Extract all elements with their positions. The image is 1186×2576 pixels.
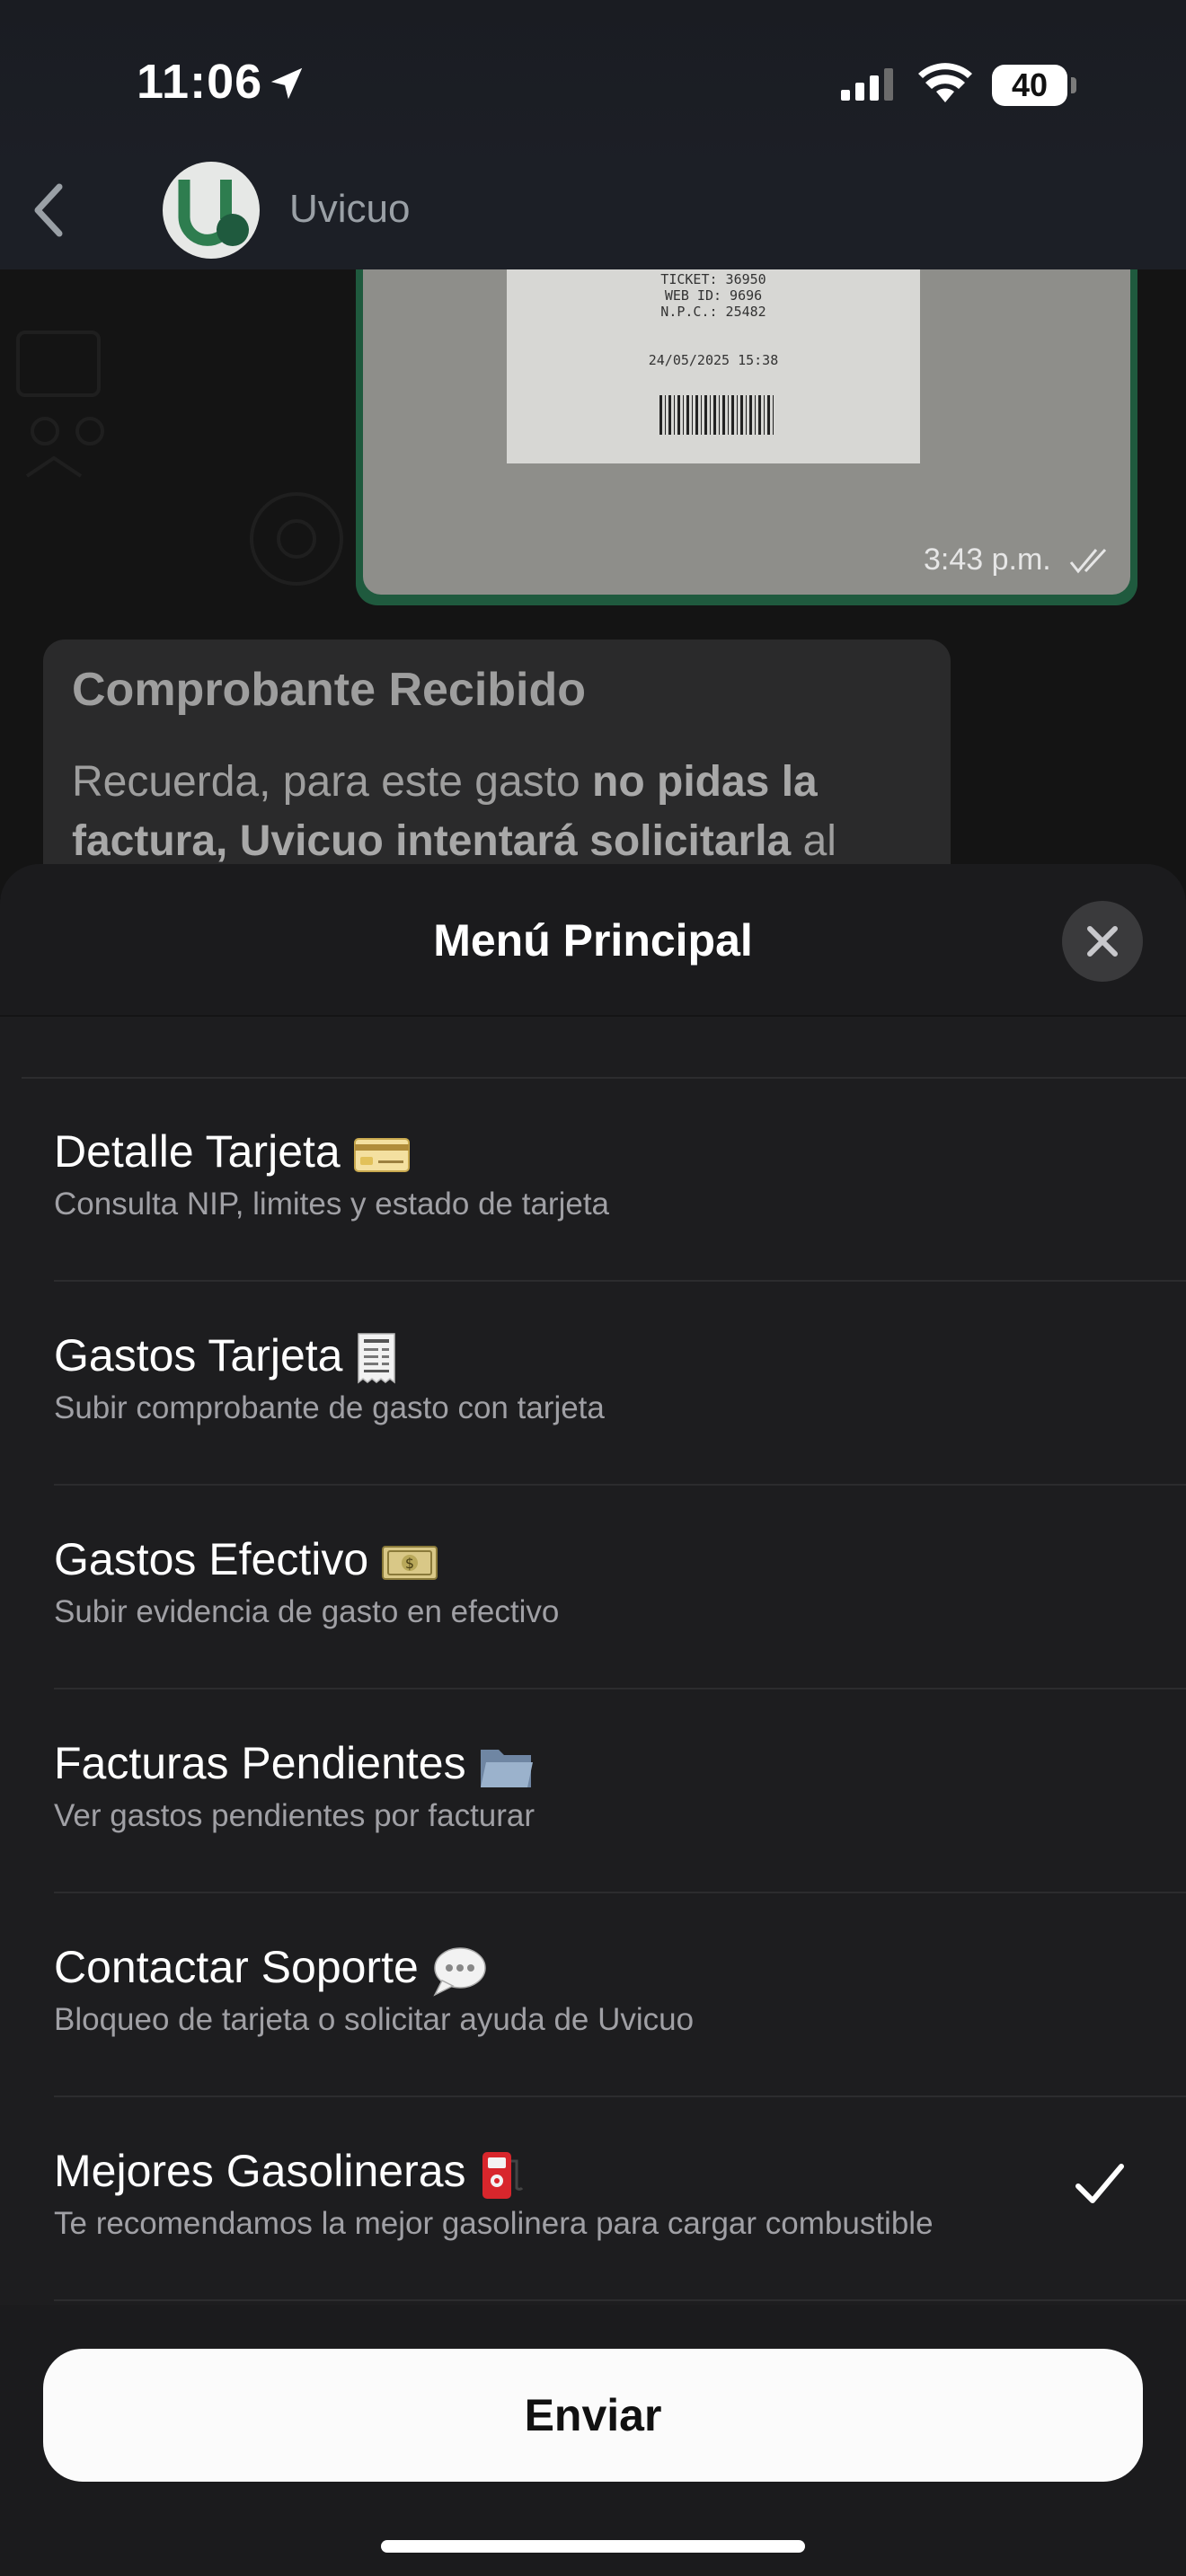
option-title-text: Facturas Pendientes bbox=[54, 1738, 466, 1788]
status-time: 11:06 bbox=[137, 55, 263, 109]
location-arrow-icon bbox=[270, 67, 303, 100]
money-icon: $ bbox=[382, 1545, 438, 1580]
menu-option-detalle-tarjeta[interactable]: Detalle Tarjeta Consulta NIP, limites y … bbox=[0, 1079, 1186, 1282]
receipt-line: N.P.C.: 25482 bbox=[660, 304, 766, 320]
message-text: Recuerda, para este gasto bbox=[72, 758, 593, 806]
menu-option-gastos-efectivo[interactable]: Gastos Efectivo $ Subir evidencia de gast… bbox=[0, 1486, 1186, 1689]
message-title: Comprobante Recibido bbox=[72, 664, 587, 716]
folder-icon bbox=[480, 1749, 533, 1787]
option-subtitle: Consulta NIP, limites y estado de tarjet… bbox=[54, 1187, 610, 1222]
divider bbox=[54, 1892, 1186, 1893]
message-text-end: al bbox=[791, 817, 836, 865]
receipt-line: WEB ID: 9696 bbox=[664, 287, 763, 304]
divider bbox=[54, 2299, 1186, 2301]
battery-cap bbox=[1071, 77, 1076, 93]
back-chevron-icon[interactable] bbox=[31, 181, 66, 239]
selected-checkmark-icon bbox=[1075, 2164, 1124, 2203]
receipt-line: 24/05/2025 15:38 bbox=[648, 352, 779, 368]
barcode bbox=[659, 395, 776, 435]
menu-option-facturas-pendientes[interactable]: Facturas Pendientes Ver gastos pendiente… bbox=[0, 1690, 1186, 1893]
fuel-pump-icon bbox=[482, 2151, 523, 2199]
avatar[interactable] bbox=[163, 162, 260, 259]
send-button[interactable]: Enviar bbox=[43, 2349, 1143, 2482]
option-title-text: Gastos Efectivo bbox=[54, 1534, 369, 1584]
divider bbox=[54, 1688, 1186, 1689]
speech-bubble-icon bbox=[433, 1947, 486, 1997]
home-indicator[interactable] bbox=[381, 2540, 805, 2553]
option-title-text: Contactar Soporte bbox=[54, 1942, 419, 1992]
close-icon bbox=[1087, 926, 1118, 957]
menu-option-gastos-tarjeta[interactable]: Gastos Tarjeta Subir comprobante de gast… bbox=[0, 1283, 1186, 1486]
option-title-text: Detalle Tarjeta bbox=[54, 1126, 341, 1177]
doodle-pattern-2 bbox=[250, 492, 343, 586]
doodle-pattern bbox=[16, 331, 104, 478]
message-timestamp: 3:43 p.m. bbox=[924, 543, 1051, 577]
option-title: Gastos Efectivo $ bbox=[54, 1533, 438, 1585]
option-title: Gastos Tarjeta bbox=[54, 1329, 398, 1386]
option-subtitle: Bloqueo de tarjeta o solicitar ayuda de … bbox=[54, 2002, 695, 2037]
menu-option-contactar-soporte[interactable]: Contactar Soporte Bloqueo de tarjeta o s… bbox=[0, 1894, 1186, 2097]
option-subtitle: Te recomendamos la mejor gasolinera para… bbox=[54, 2206, 934, 2241]
divider bbox=[54, 1484, 1186, 1486]
option-title: Detalle Tarjeta bbox=[54, 1125, 411, 1178]
receipt-line: TICKET: 36950 bbox=[660, 271, 766, 287]
battery-indicator: 40 bbox=[992, 65, 1067, 106]
read-checkmarks-icon bbox=[1069, 548, 1107, 574]
svg-text:$: $ bbox=[405, 1555, 414, 1572]
option-title-text: Mejores Gasolineras bbox=[54, 2146, 466, 2196]
receipt-paper: TICKET: 36950 WEB ID: 9696 N.P.C.: 25482… bbox=[507, 269, 920, 463]
option-title: Mejores Gasolineras bbox=[54, 2145, 524, 2202]
message-body: Recuerda, para este gasto no pidas la fa… bbox=[72, 753, 934, 871]
option-subtitle: Ver gastos pendientes por facturar bbox=[54, 1798, 535, 1833]
close-button[interactable] bbox=[1062, 901, 1143, 982]
option-title: Contactar Soporte bbox=[54, 1941, 487, 1997]
uvicuo-logo-icon bbox=[178, 180, 249, 246]
menu-option-mejores-gasolineras[interactable]: Mejores Gasolineras Te recomendamos la m… bbox=[0, 2098, 1186, 2301]
cellular-signal-icon bbox=[841, 68, 893, 101]
receipt-icon bbox=[358, 1333, 396, 1384]
divider bbox=[54, 1280, 1186, 1282]
option-title-text: Gastos Tarjeta bbox=[54, 1330, 343, 1381]
option-title: Facturas Pendientes bbox=[54, 1737, 535, 1791]
option-subtitle: Subir evidencia de gasto en efectivo bbox=[54, 1594, 560, 1629]
credit-card-icon bbox=[353, 1137, 410, 1172]
divider bbox=[54, 2095, 1186, 2097]
chat-contact-name[interactable]: Uvicuo bbox=[289, 187, 411, 232]
option-subtitle: Subir comprobante de gasto con tarjeta bbox=[54, 1390, 605, 1425]
sheet-title: Menú Principal bbox=[433, 915, 753, 966]
wifi-icon bbox=[918, 63, 972, 102]
